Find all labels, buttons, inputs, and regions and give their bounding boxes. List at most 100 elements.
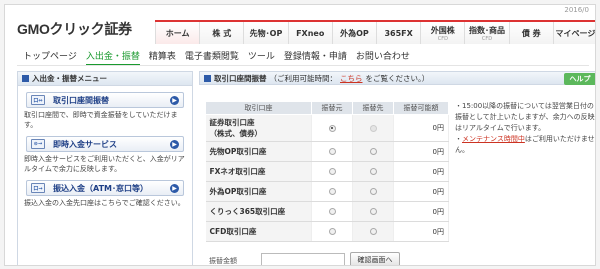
maintenance-link[interactable]: メンテナンス時間中 [462, 135, 525, 143]
menu-icon: 口⇔ [31, 95, 45, 105]
subnav-item[interactable]: 登録情報・申請 [284, 49, 347, 66]
arrow-icon: ▶ [170, 184, 179, 193]
nav-tab-label: 株 式 [212, 28, 232, 38]
to-radio[interactable] [369, 148, 377, 155]
transferable-amount: 0円 [393, 201, 449, 222]
nav-tab-sub: CFD [481, 35, 493, 42]
window: 2016/0 GMOクリック証券 ホーム 株 式 先物･OP FXneo 外為OP 365… [4, 4, 596, 266]
nav-tab-label: マイページ [555, 28, 596, 38]
to-radio[interactable] [369, 188, 377, 195]
time-note-prefix: （ご利用可能時間： [269, 73, 338, 83]
sidebar-menu-label: 即時入金サービス [53, 139, 117, 149]
brand-logo[interactable]: GMOクリック証券 [17, 19, 132, 39]
sidebar-menu-desc: 振込入金の入金先口座はこちらでご確認ください。 [24, 199, 185, 207]
main-title: 取引口座間振替 [214, 73, 267, 83]
sidebar-menu-button[interactable]: 口⇔ 取引口座間振替 ▶ [26, 92, 184, 108]
nav-tab[interactable]: FXneo [287, 22, 332, 44]
square-icon [204, 74, 211, 82]
main-nav: ホーム株 式先物･OP FXneo 外為OP 365FX 外国株 CFD 指数･商品 CFD 債… [155, 20, 596, 44]
nav-tab[interactable]: 外為OP [331, 22, 377, 44]
account-name: CFD取引口座 [205, 221, 312, 242]
divider [17, 65, 589, 66]
sidebar-menu-button[interactable]: ⊙→ 即時入金サービス ▶ [26, 136, 184, 152]
header-to: 振替先 [352, 101, 394, 115]
header-from: 振替元 [311, 101, 353, 115]
amount-input[interactable] [261, 253, 345, 265]
transferable-amount: 0円 [393, 141, 449, 162]
note-line1: ・15:00以降の振替については翌営業日付の振替として計上いたしますが、余力への… [455, 102, 595, 132]
sidebar-menu-button[interactable]: 口→ 振込入金（ATM･窓口等） ▶ [26, 180, 184, 196]
from-radio[interactable] [328, 148, 336, 155]
sidebar-title-text: 入出金・振替メニュー [32, 74, 107, 83]
account-name: 外為OP取引口座 [205, 181, 312, 202]
nav-tab-sub: CFD [437, 35, 448, 42]
arrow-icon: ▶ [170, 140, 179, 149]
transferable-amount: 0円 [393, 221, 449, 242]
nav-tab-label: ホーム [165, 28, 190, 38]
table-row: 外為OP取引口座 0円 [205, 181, 449, 202]
sidebar: 入出金・振替メニュー 口⇔ 取引口座間振替 ▶ 取引口座間で、即時で資金振替をしていた… [17, 71, 193, 265]
account-name: 証券取引口座 （株式、債券） [205, 114, 312, 142]
to-radio[interactable] [369, 208, 377, 215]
table-row: FXネオ取引口座 0円 [205, 161, 449, 182]
nav-tab[interactable]: 指数･商品 CFD [464, 22, 509, 44]
amount-label: 振替金額 [209, 257, 237, 265]
nav-tab-label: 365FX [384, 28, 413, 38]
subnav-item[interactable]: 入出金・振替 [85, 49, 140, 66]
menu-icon: 口→ [31, 183, 45, 193]
table-row: くりっく365取引口座 0円 [205, 201, 449, 222]
transferable-amount: 0円 [393, 114, 449, 142]
sidebar-menu-label: 振込入金（ATM･窓口等） [53, 183, 148, 193]
from-radio[interactable] [328, 124, 336, 132]
nav-tab[interactable]: マイページ [552, 22, 596, 44]
table-header-row: 取引口座 振替元 振替先 振替可能額 [205, 101, 449, 115]
from-radio[interactable] [328, 168, 336, 175]
nav-tab[interactable]: 外国株 CFD [420, 22, 465, 44]
confirm-button[interactable]: 確認画面へ [350, 252, 400, 265]
from-radio[interactable] [328, 208, 336, 215]
main-title-bar: 取引口座間振替 （ご利用可能時間： こちら をご覧ください。） ヘルプ [199, 71, 595, 85]
nav-tab-label: 外為OP [340, 28, 369, 38]
square-icon [22, 75, 29, 82]
to-radio[interactable] [369, 124, 377, 132]
header-account: 取引口座 [205, 101, 312, 115]
transferable-amount: 0円 [393, 181, 449, 202]
menu-icon: ⊙→ [31, 139, 45, 149]
nav-tab-label: 指数･商品 [469, 25, 506, 35]
date-label: 2016/0 [564, 6, 589, 14]
nav-tab[interactable]: 株 式 [199, 22, 244, 44]
nav-tab-label: 外国株 [430, 25, 455, 35]
nav-tab[interactable]: 債 券 [508, 22, 553, 44]
account-name: 先物OP取引口座 [205, 141, 312, 162]
time-link[interactable]: こちら [340, 73, 363, 84]
arrow-icon: ▶ [170, 96, 179, 105]
nav-tab-label: FXneo [296, 28, 325, 38]
sidebar-menu-desc: 即時入金サービスをご利用いただくと、入金がリアルタイムで余力に反映します。 [24, 155, 185, 173]
transferable-amount: 0円 [393, 161, 449, 182]
subnav-item[interactable]: 電子書類閲覧 [185, 49, 239, 66]
sidebar-menu-label: 取引口座間振替 [53, 95, 109, 105]
nav-tab[interactable]: 先物･OP [243, 22, 288, 44]
table-row: 証券取引口座 （株式、債券） 0円 [205, 114, 449, 142]
subnav-item[interactable]: 精算表 [149, 49, 176, 66]
subnav-item[interactable]: ツール [248, 49, 275, 66]
time-note-suffix: をご覧ください。） [365, 73, 430, 83]
from-radio[interactable] [328, 228, 336, 235]
table-row: CFD取引口座 0円 [205, 221, 449, 242]
to-radio[interactable] [369, 168, 377, 175]
help-button[interactable]: ヘルプ [564, 73, 595, 85]
header-amount: 振替可能額 [393, 101, 449, 115]
nav-tab-label: 先物･OP [249, 28, 283, 38]
sidebar-title: 入出金・振替メニュー [18, 72, 192, 86]
sidebar-menu-desc: 取引口座間で、即時で資金振替をしていただけます。 [24, 111, 178, 129]
subnav-item[interactable]: トップページ [23, 49, 77, 66]
to-radio[interactable] [369, 228, 377, 235]
sub-nav: トップページ 入出金・振替 精算表 電子書類閲覧 ツール 登録情報・申請 お問い合わせ [23, 49, 410, 66]
transfer-table: 取引口座 振替元 振替先 振替可能額 証券取引口座 （株式、債券） 0円 先物OP取… [205, 101, 449, 242]
table-row: 先物OP取引口座 0円 [205, 141, 449, 162]
subnav-item[interactable]: お問い合わせ [356, 49, 410, 66]
nav-tab[interactable]: ホーム [155, 22, 200, 44]
nav-tab-label: 債 券 [521, 28, 541, 38]
nav-tab[interactable]: 365FX [376, 22, 421, 44]
from-radio[interactable] [328, 188, 336, 195]
